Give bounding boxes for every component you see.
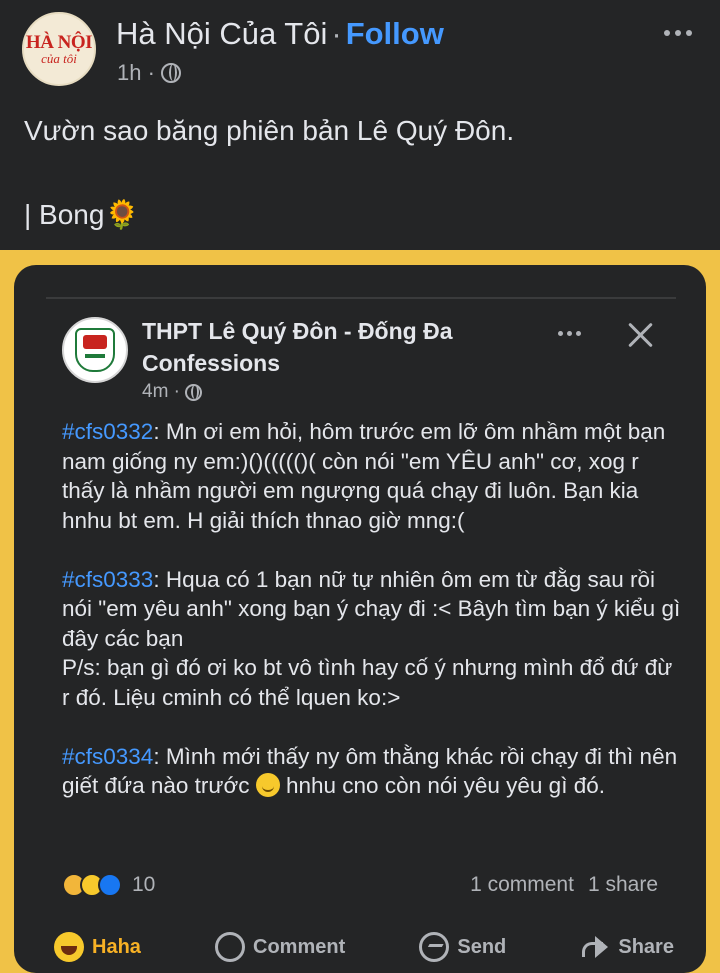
shared-post-screenshot: THPT Lê Quý Đôn - Đống Đa Confessions 4m… bbox=[14, 265, 706, 973]
smile-emoji-icon bbox=[255, 773, 280, 797]
school-crest-icon bbox=[75, 328, 115, 372]
post-body: #cfs0332: Mn ơi em hỏi, hôm trước em lỡ … bbox=[62, 417, 682, 830]
comment-count: 1 comment bbox=[470, 873, 574, 896]
shared-post-time: 4m · bbox=[142, 381, 180, 402]
reaction-count: 10 bbox=[132, 873, 156, 896]
hashtag-link: #cfs0334 bbox=[62, 743, 154, 769]
divider bbox=[46, 297, 676, 299]
more-options-icon bbox=[558, 331, 581, 336]
haha-label: Haha bbox=[92, 935, 141, 958]
confession-text: : Mn ơi em hỏi, hôm trước em lỡ ôm nhầm … bbox=[62, 419, 666, 533]
shared-post-meta: 4m · bbox=[142, 381, 202, 403]
more-options-icon[interactable] bbox=[664, 30, 692, 36]
post-time[interactable]: 1h · bbox=[117, 60, 155, 86]
caption-signature: | Bong🌻 bbox=[24, 199, 140, 230]
globe-icon bbox=[160, 63, 181, 83]
caption-line: Vườn sao băng phiên bản Lê Quý Đôn. bbox=[24, 115, 515, 146]
avatar-logo-subtext: của tôi bbox=[41, 50, 77, 66]
hashtag-link: #cfs0333 bbox=[62, 566, 154, 592]
post-meta: 1h · bbox=[117, 60, 181, 86]
share-label: Share bbox=[618, 935, 674, 958]
engagement-stats: 1 comment 1 share bbox=[470, 873, 658, 897]
share-icon bbox=[580, 932, 610, 962]
avatar-logo-text: HÀ NỘI bbox=[25, 31, 93, 53]
confession-text: : Hqua có 1 bạn nữ tự nhiên ôm em từ đằg… bbox=[62, 566, 681, 651]
confession-ps: P/s: bạn gì đó ơi ko bt vô tình hay cố ý… bbox=[62, 655, 673, 710]
group-avatar bbox=[62, 317, 128, 383]
comment-icon bbox=[215, 932, 246, 962]
confession-item: #cfs0334: Mình mới thấy ny ôm thằng khác… bbox=[62, 742, 682, 801]
close-icon bbox=[626, 319, 656, 349]
haha-icon bbox=[54, 932, 84, 962]
page-name-row: Hà Nội Của Tôi · Follow bbox=[116, 16, 444, 52]
like-reaction-icon bbox=[98, 873, 122, 897]
group-name: THPT Lê Quý Đôn - Đống Đa Confessions bbox=[142, 318, 453, 376]
share-button: Share bbox=[580, 932, 674, 962]
post-header: HÀ NỘI của tôi Hà Nội Của Tôi · Follow 1h … bbox=[0, 0, 720, 100]
follow-button[interactable]: Follow bbox=[346, 16, 444, 51]
comment-label: Comment bbox=[253, 935, 346, 958]
reaction-icons bbox=[62, 873, 122, 897]
page-name-link[interactable]: Hà Nội Của Tôi bbox=[116, 16, 327, 51]
messenger-icon bbox=[419, 932, 450, 962]
confession-text: hnhu cno còn nói yêu yêu gì đó. bbox=[279, 773, 605, 798]
confession-item: #cfs0333: Hqua có 1 bạn nữ tự nhiên ôm e… bbox=[62, 565, 682, 654]
name-separator: · bbox=[331, 16, 342, 51]
hashtag-link: #cfs0332 bbox=[62, 419, 154, 444]
post-caption: Vườn sao băng phiên bản Lê Quý Đôn. | Bo… bbox=[24, 110, 514, 236]
send-label: Send bbox=[457, 935, 507, 958]
reactions-summary: 10 1 comment 1 share bbox=[62, 869, 658, 901]
send-button: Send bbox=[419, 932, 506, 962]
comment-button: Comment bbox=[215, 932, 345, 962]
page-avatar[interactable]: HÀ NỘI của tôi bbox=[22, 12, 96, 86]
confession-item: #cfs0332: Mn ơi em hỏi, hôm trước em lỡ … bbox=[62, 417, 682, 535]
share-count: 1 share bbox=[587, 873, 658, 896]
action-bar: Haha Comment Send Share bbox=[54, 925, 674, 969]
globe-icon bbox=[185, 383, 202, 401]
haha-button: Haha bbox=[54, 932, 141, 962]
